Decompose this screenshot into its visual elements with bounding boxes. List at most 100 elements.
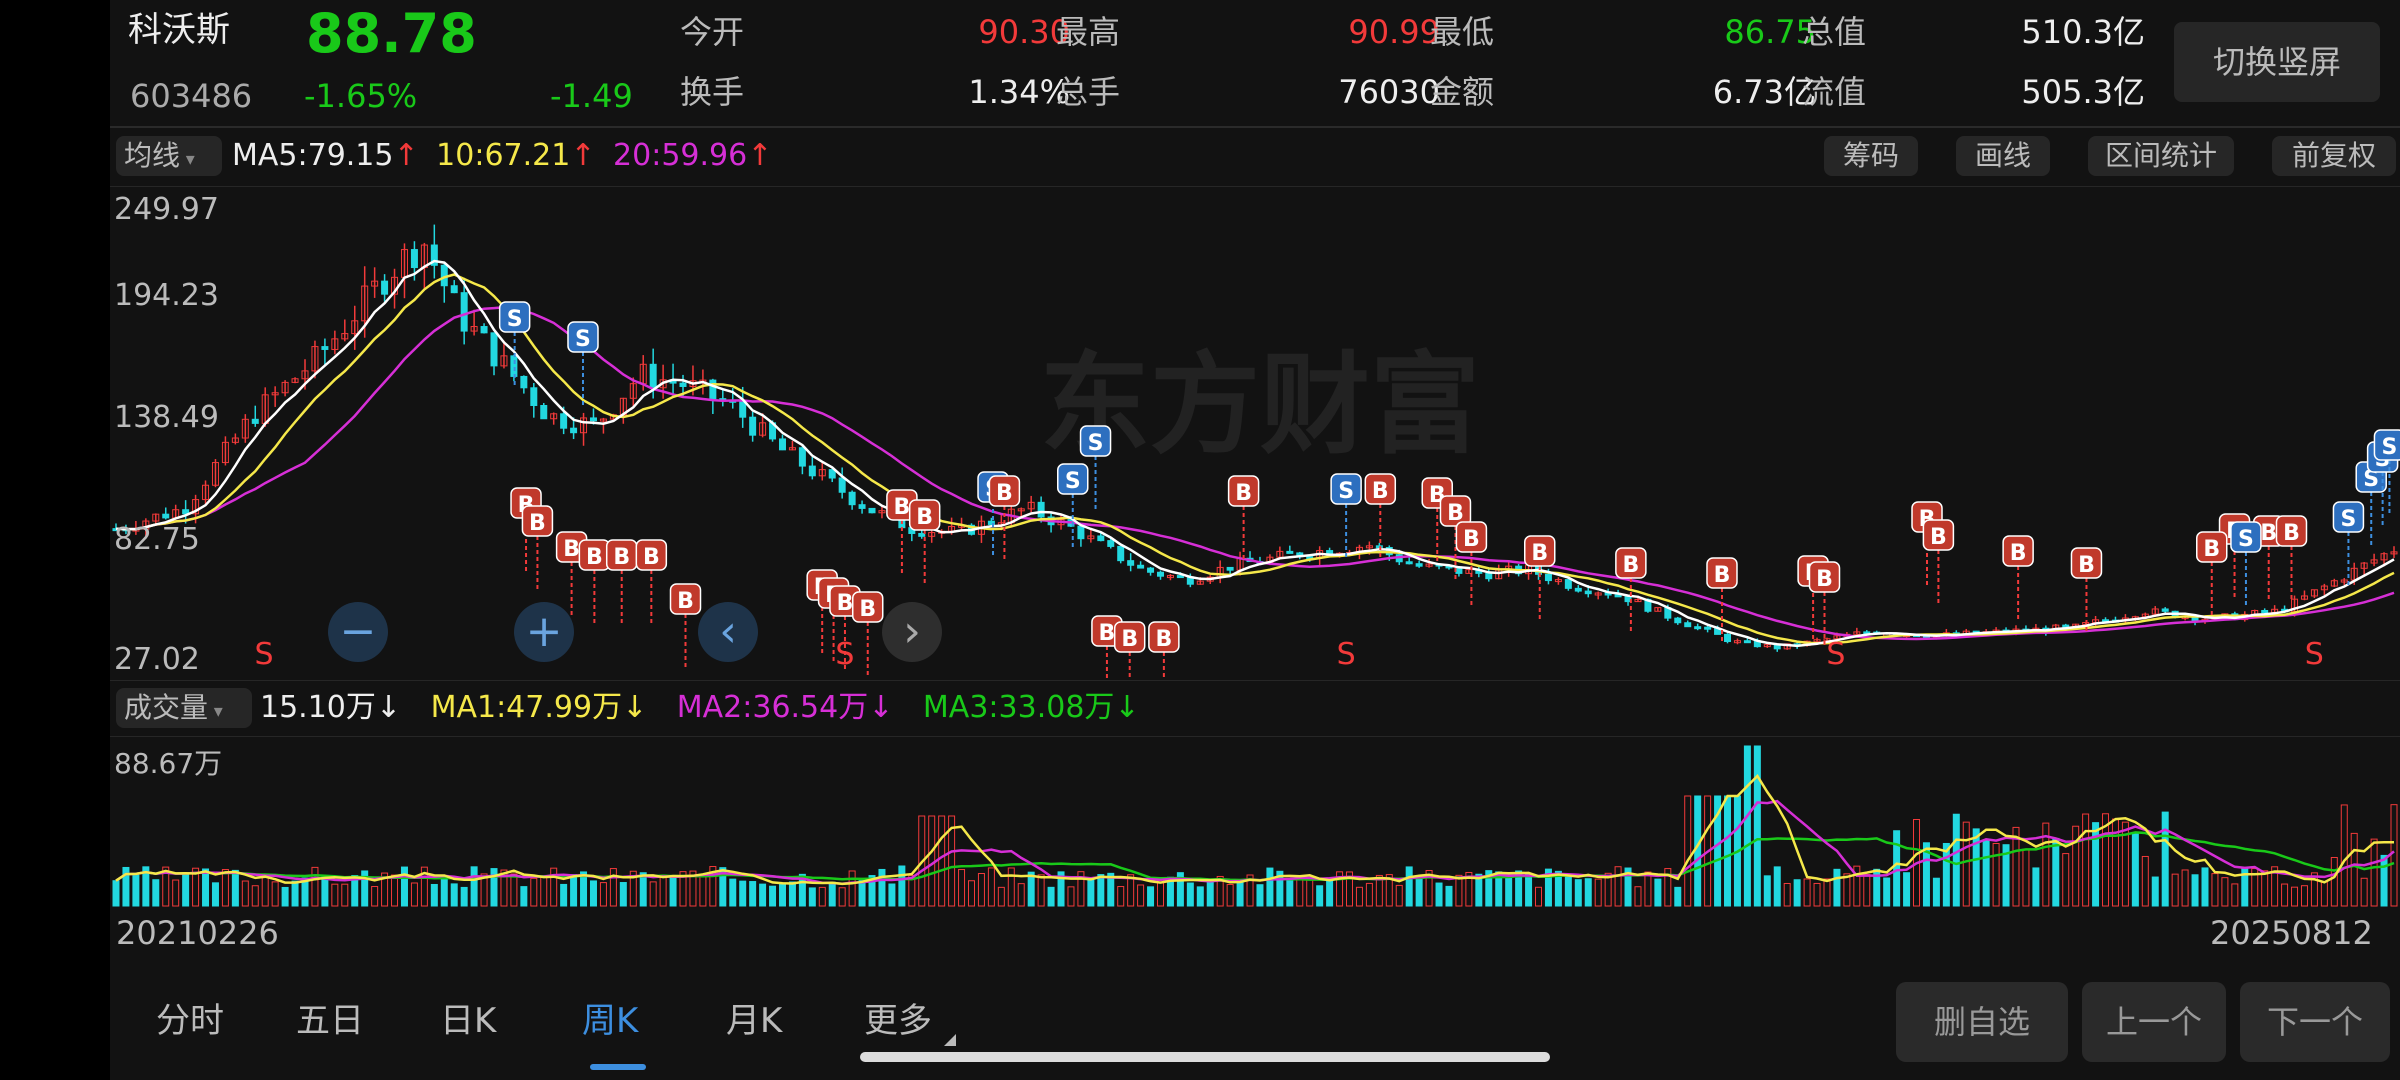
buy-marker[interactable]: B — [2196, 531, 2228, 618]
switch-portrait-button[interactable]: 切换竖屏 — [2174, 22, 2380, 102]
stat-value-high: 90.99 — [1348, 13, 1440, 51]
vol-ma3-down-arrow-icon: ↓ — [1114, 690, 1140, 725]
volume-bar — [341, 883, 349, 907]
previous-stock-button[interactable]: 上一个 — [2082, 982, 2226, 1062]
adjust-forward-button[interactable]: 前复权 — [2272, 136, 2396, 176]
svg-text:B: B — [2010, 541, 2027, 566]
volume-bar — [878, 868, 886, 907]
volume-bar — [2231, 883, 2239, 907]
range-stats-button[interactable]: 区间统计 — [2088, 136, 2234, 176]
buy-marker[interactable]: B — [605, 539, 638, 626]
buy-marker[interactable]: B — [2275, 515, 2308, 602]
volume-bar — [1017, 883, 1025, 907]
tab-weekly-k[interactable]: 周K — [582, 996, 638, 1046]
chips-button[interactable]: 筹码 — [1824, 136, 1918, 176]
scroll-right-button[interactable]: › — [882, 602, 942, 662]
stat-label-total-cap: 总值 — [1802, 13, 1867, 51]
stat-label-high: 最高 — [1056, 13, 1121, 51]
volume-indicator-select[interactable]: 成交量 ▾ — [116, 688, 252, 728]
chart-top-border — [110, 186, 2400, 187]
buy-marker[interactable]: B — [578, 539, 611, 626]
ma-legend: MA5:79.15↑ 10:67.21↑ 20:59.96↑ — [232, 136, 772, 176]
volume-value: 15.10万 — [260, 690, 376, 725]
volume-bar — [520, 886, 528, 907]
candle-body — [868, 507, 876, 514]
volume-bar — [1405, 866, 1413, 907]
zoom-out-button[interactable]: − — [328, 602, 388, 662]
volume-bar — [291, 880, 299, 907]
svg-text:B: B — [1714, 563, 1731, 588]
buy-marker[interactable]: B — [2070, 547, 2103, 634]
scroll-left-button[interactable]: ‹ — [698, 602, 758, 662]
candle-body — [1743, 640, 1751, 644]
zoom-in-button[interactable]: + — [514, 602, 574, 662]
change-amount: -1.49 — [550, 77, 633, 115]
buy-marker[interactable]: B — [2002, 535, 2034, 622]
price-chart[interactable]: 东方财富 SSBBBBBBBBBBBBBSBSSBBBBSBBBBBBBBBBB… — [110, 188, 2400, 678]
volume-bar — [2370, 838, 2378, 907]
volume-bar — [958, 869, 966, 907]
volume-bar — [1535, 886, 1543, 907]
tab-intraday[interactable]: 分时 — [156, 996, 224, 1046]
next-stock-button[interactable]: 下一个 — [2240, 982, 2390, 1062]
tab-five-day[interactable]: 五日 — [296, 996, 364, 1046]
home-indicator-bar[interactable] — [860, 1052, 1550, 1062]
volume-bar — [2300, 885, 2308, 907]
sell-marker[interactable]: S — [567, 321, 599, 408]
y-label-max: 249.97 — [114, 192, 219, 227]
draw-line-button[interactable]: 画线 — [1956, 136, 2050, 176]
svg-text:B: B — [586, 545, 603, 570]
volume-bar — [1137, 884, 1145, 907]
tab-monthly-k[interactable]: 月K — [726, 996, 782, 1046]
sell-marker[interactable]: S — [2332, 501, 2365, 588]
volume-bar — [1525, 873, 1533, 907]
sell-signal-label: S — [835, 637, 854, 672]
volume-bar — [1365, 882, 1373, 907]
stat-label-open: 今开 — [680, 13, 745, 51]
change-percent: -1.65% — [304, 77, 418, 115]
remove-watchlist-button[interactable]: 删自选 — [1896, 982, 2068, 1062]
ma-indicator-select[interactable]: 均线 ▾ — [116, 136, 222, 176]
stat-label-amount: 金额 — [1430, 73, 1495, 111]
svg-text:B: B — [677, 589, 694, 614]
stat-value-amount: 6.73亿 — [1712, 73, 1816, 111]
active-tab-indicator — [590, 1064, 646, 1070]
buy-marker[interactable]: B — [669, 583, 702, 670]
buy-marker[interactable]: B — [851, 591, 884, 678]
ma20-value: 20:59.96 — [613, 138, 748, 173]
volume-bar — [2032, 867, 2040, 907]
volume-bar — [788, 881, 796, 907]
svg-text:B: B — [1622, 553, 1639, 578]
volume-bar — [1763, 875, 1771, 907]
volume-bar — [1753, 745, 1761, 907]
candle-body — [1544, 573, 1552, 582]
buy-marker[interactable]: B — [1227, 475, 1260, 562]
volume-bar — [1047, 886, 1055, 907]
volume-bar — [1236, 881, 1244, 907]
volume-bar — [1743, 745, 1751, 907]
volume-bar — [1117, 886, 1125, 907]
volume-bar — [838, 887, 846, 907]
volume-bar — [967, 880, 975, 907]
stock-detail-screen: 科沃斯 88.78 603486 -1.65% -1.49 今开 90.30 最… — [110, 0, 2400, 1080]
volume-chart[interactable]: 88.67万 — [110, 738, 2400, 908]
buy-marker[interactable]: B — [1148, 621, 1180, 678]
volume-bar — [1962, 821, 1970, 907]
candle-body — [679, 382, 687, 387]
ma5-value: MA5:79.15 — [232, 138, 394, 173]
volume-bar — [778, 882, 786, 907]
buy-marker[interactable]: B — [635, 539, 668, 626]
volume-bar — [231, 869, 239, 907]
svg-text:B: B — [1816, 567, 1833, 592]
candle-body — [1564, 579, 1572, 589]
volume-bar — [997, 886, 1005, 907]
buy-marker[interactable]: B — [1113, 621, 1146, 678]
buy-marker[interactable]: B — [908, 499, 941, 586]
candle-body — [589, 417, 597, 422]
svg-text:S: S — [575, 327, 591, 352]
volume-bar — [331, 883, 339, 907]
tab-daily-k[interactable]: 日K — [440, 996, 496, 1046]
tab-more[interactable]: 更多 — [864, 996, 932, 1046]
svg-text:B: B — [916, 505, 933, 530]
volume-bar — [1415, 876, 1423, 907]
